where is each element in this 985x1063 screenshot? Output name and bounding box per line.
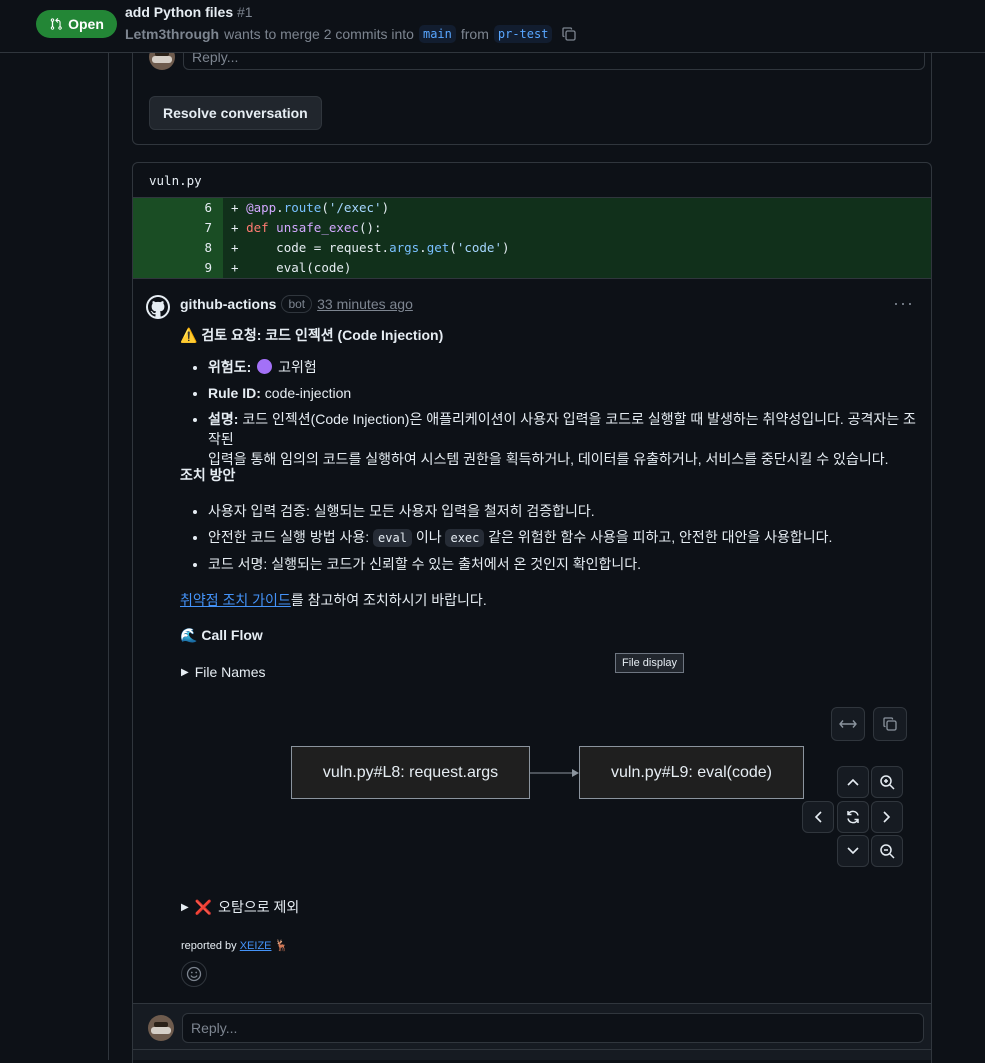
- actions-heading: 조치 방안: [180, 467, 236, 483]
- line-number[interactable]: 8: [133, 238, 223, 258]
- github-logo-icon[interactable]: [146, 295, 170, 319]
- comment-header: github-actions bot 33 minutes ago: [180, 295, 413, 313]
- actions-list: 사용자 입력 검증: 실행되는 모든 사용자 입력을 철저히 검증합니다. 안전…: [180, 501, 920, 580]
- diff-line: 7 + def unsafe_exec():: [133, 218, 931, 238]
- file-names-summary[interactable]: ▶ File Names: [181, 664, 266, 680]
- pr-number: #1: [237, 4, 253, 20]
- more-options-icon[interactable]: ···: [893, 293, 914, 314]
- list-item: 안전한 코드 실행 방법 사용: eval 이나 exec 같은 위험한 함수 …: [208, 527, 920, 548]
- copy-branch-icon[interactable]: [561, 26, 577, 42]
- pan-left-icon[interactable]: [802, 801, 834, 833]
- diff-line: 8 + code = request.args.get('code'): [133, 238, 931, 258]
- list-item: 코드 서명: 실행되는 코드가 신뢰할 수 있는 출처에서 온 것인지 확인합니…: [208, 554, 920, 574]
- zoom-out-icon[interactable]: [871, 835, 903, 867]
- reported-by: reported by XEIZE 🦌: [181, 940, 289, 952]
- diff-line: 9 + eval(code): [133, 258, 931, 278]
- pr-header: Open add Python files #1 Letm3through wa…: [0, 0, 985, 53]
- add-reaction-icon[interactable]: [181, 961, 207, 987]
- divider: [133, 1049, 931, 1050]
- avatar: [148, 1015, 174, 1041]
- line-number[interactable]: 9: [133, 258, 223, 278]
- status-label: Open: [68, 16, 104, 32]
- pr-title-text: add Python files: [125, 4, 234, 20]
- merge-text: wants to merge 2 commits into: [224, 26, 414, 42]
- review-thread: vuln.py 6 + @app.route('/exec') 7 + def …: [132, 162, 932, 1063]
- review-thread-previous: Reply... Resolve conversation: [132, 40, 932, 145]
- reset-view-icon[interactable]: [837, 801, 869, 833]
- tooltip: File display: [615, 653, 685, 673]
- zoom-in-icon[interactable]: [871, 766, 903, 798]
- risk-value: 고위험: [278, 359, 317, 375]
- pan-down-icon[interactable]: [837, 835, 869, 867]
- list-item: 사용자 입력 검증: 실행되는 모든 사용자 입력을 철저히 검증합니다.: [208, 501, 920, 521]
- cross-mark-icon: ❌: [194, 898, 213, 915]
- guide-paragraph: 취약점 조치 가이드를 참고하여 조치하시기 바랍니다.: [180, 592, 487, 608]
- head-branch[interactable]: pr-test: [493, 25, 553, 43]
- deer-icon: 🦌: [274, 940, 289, 952]
- warning-icon: ⚠️: [180, 327, 198, 343]
- wave-icon: 🌊: [180, 627, 198, 643]
- rule-id: code-injection: [264, 385, 352, 401]
- copy-icon[interactable]: [873, 707, 907, 741]
- detail-list: 위험도: 고위험 Rule ID: code-injection 설명: 코드 …: [180, 357, 920, 475]
- comment-heading: ⚠️ 검토 요청: 코드 인젝션 (Code Injection): [180, 327, 444, 343]
- list-item: 설명: 코드 인젝션(Code Injection)은 애플리케이션이 사용자 …: [208, 409, 920, 469]
- triangle-right-icon: ▶: [181, 901, 189, 913]
- list-item: 위험도: 고위험: [208, 357, 920, 377]
- divider: [133, 278, 931, 279]
- expand-horizontal-icon[interactable]: [831, 707, 865, 741]
- flow-node-source[interactable]: vuln.py#L8: request.args: [291, 746, 530, 799]
- from-text: from: [460, 26, 489, 42]
- base-branch[interactable]: main: [418, 25, 456, 43]
- pr-subtitle: Letm3through wants to merge 2 commits in…: [125, 25, 577, 43]
- line-number[interactable]: 6: [133, 198, 223, 218]
- reply-row: Reply...: [148, 1013, 924, 1043]
- flow-node-sink[interactable]: vuln.py#L9: eval(code): [579, 746, 804, 799]
- line-number[interactable]: 7: [133, 218, 223, 238]
- list-item: Rule ID: code-injection: [208, 383, 920, 403]
- diff-line: 6 + @app.route('/exec'): [133, 198, 931, 218]
- pan-right-icon[interactable]: [871, 801, 903, 833]
- reporter-link[interactable]: XEIZE: [240, 940, 272, 952]
- pull-request-icon: [50, 18, 62, 30]
- page-title: add Python files #1: [125, 4, 253, 20]
- resolve-conversation-button[interactable]: Resolve conversation: [149, 96, 322, 130]
- false-positive-summary[interactable]: ▶ ❌ 오탐으로 제외: [181, 897, 299, 917]
- diff-hunk: 6 + @app.route('/exec') 7 + def unsafe_e…: [133, 198, 931, 278]
- status-badge: Open: [36, 10, 117, 38]
- pan-up-icon[interactable]: [837, 766, 869, 798]
- comment-timestamp[interactable]: 33 minutes ago: [317, 296, 413, 312]
- bot-badge: bot: [281, 295, 313, 313]
- pr-author-link[interactable]: Letm3through: [125, 26, 219, 42]
- callflow-heading: 🌊 Call Flow: [180, 627, 263, 643]
- guide-link[interactable]: 취약점 조치 가이드: [180, 592, 291, 608]
- timeline-rail: [108, 52, 109, 1060]
- flow-arrow: [530, 769, 579, 777]
- risk-circle-icon: [257, 359, 273, 374]
- triangle-right-icon: ▶: [181, 666, 189, 678]
- file-name[interactable]: vuln.py: [133, 163, 931, 198]
- comment-author[interactable]: github-actions: [180, 296, 276, 312]
- reply-area: Reply...: [133, 1004, 931, 1060]
- reply-input[interactable]: Reply...: [182, 1013, 924, 1043]
